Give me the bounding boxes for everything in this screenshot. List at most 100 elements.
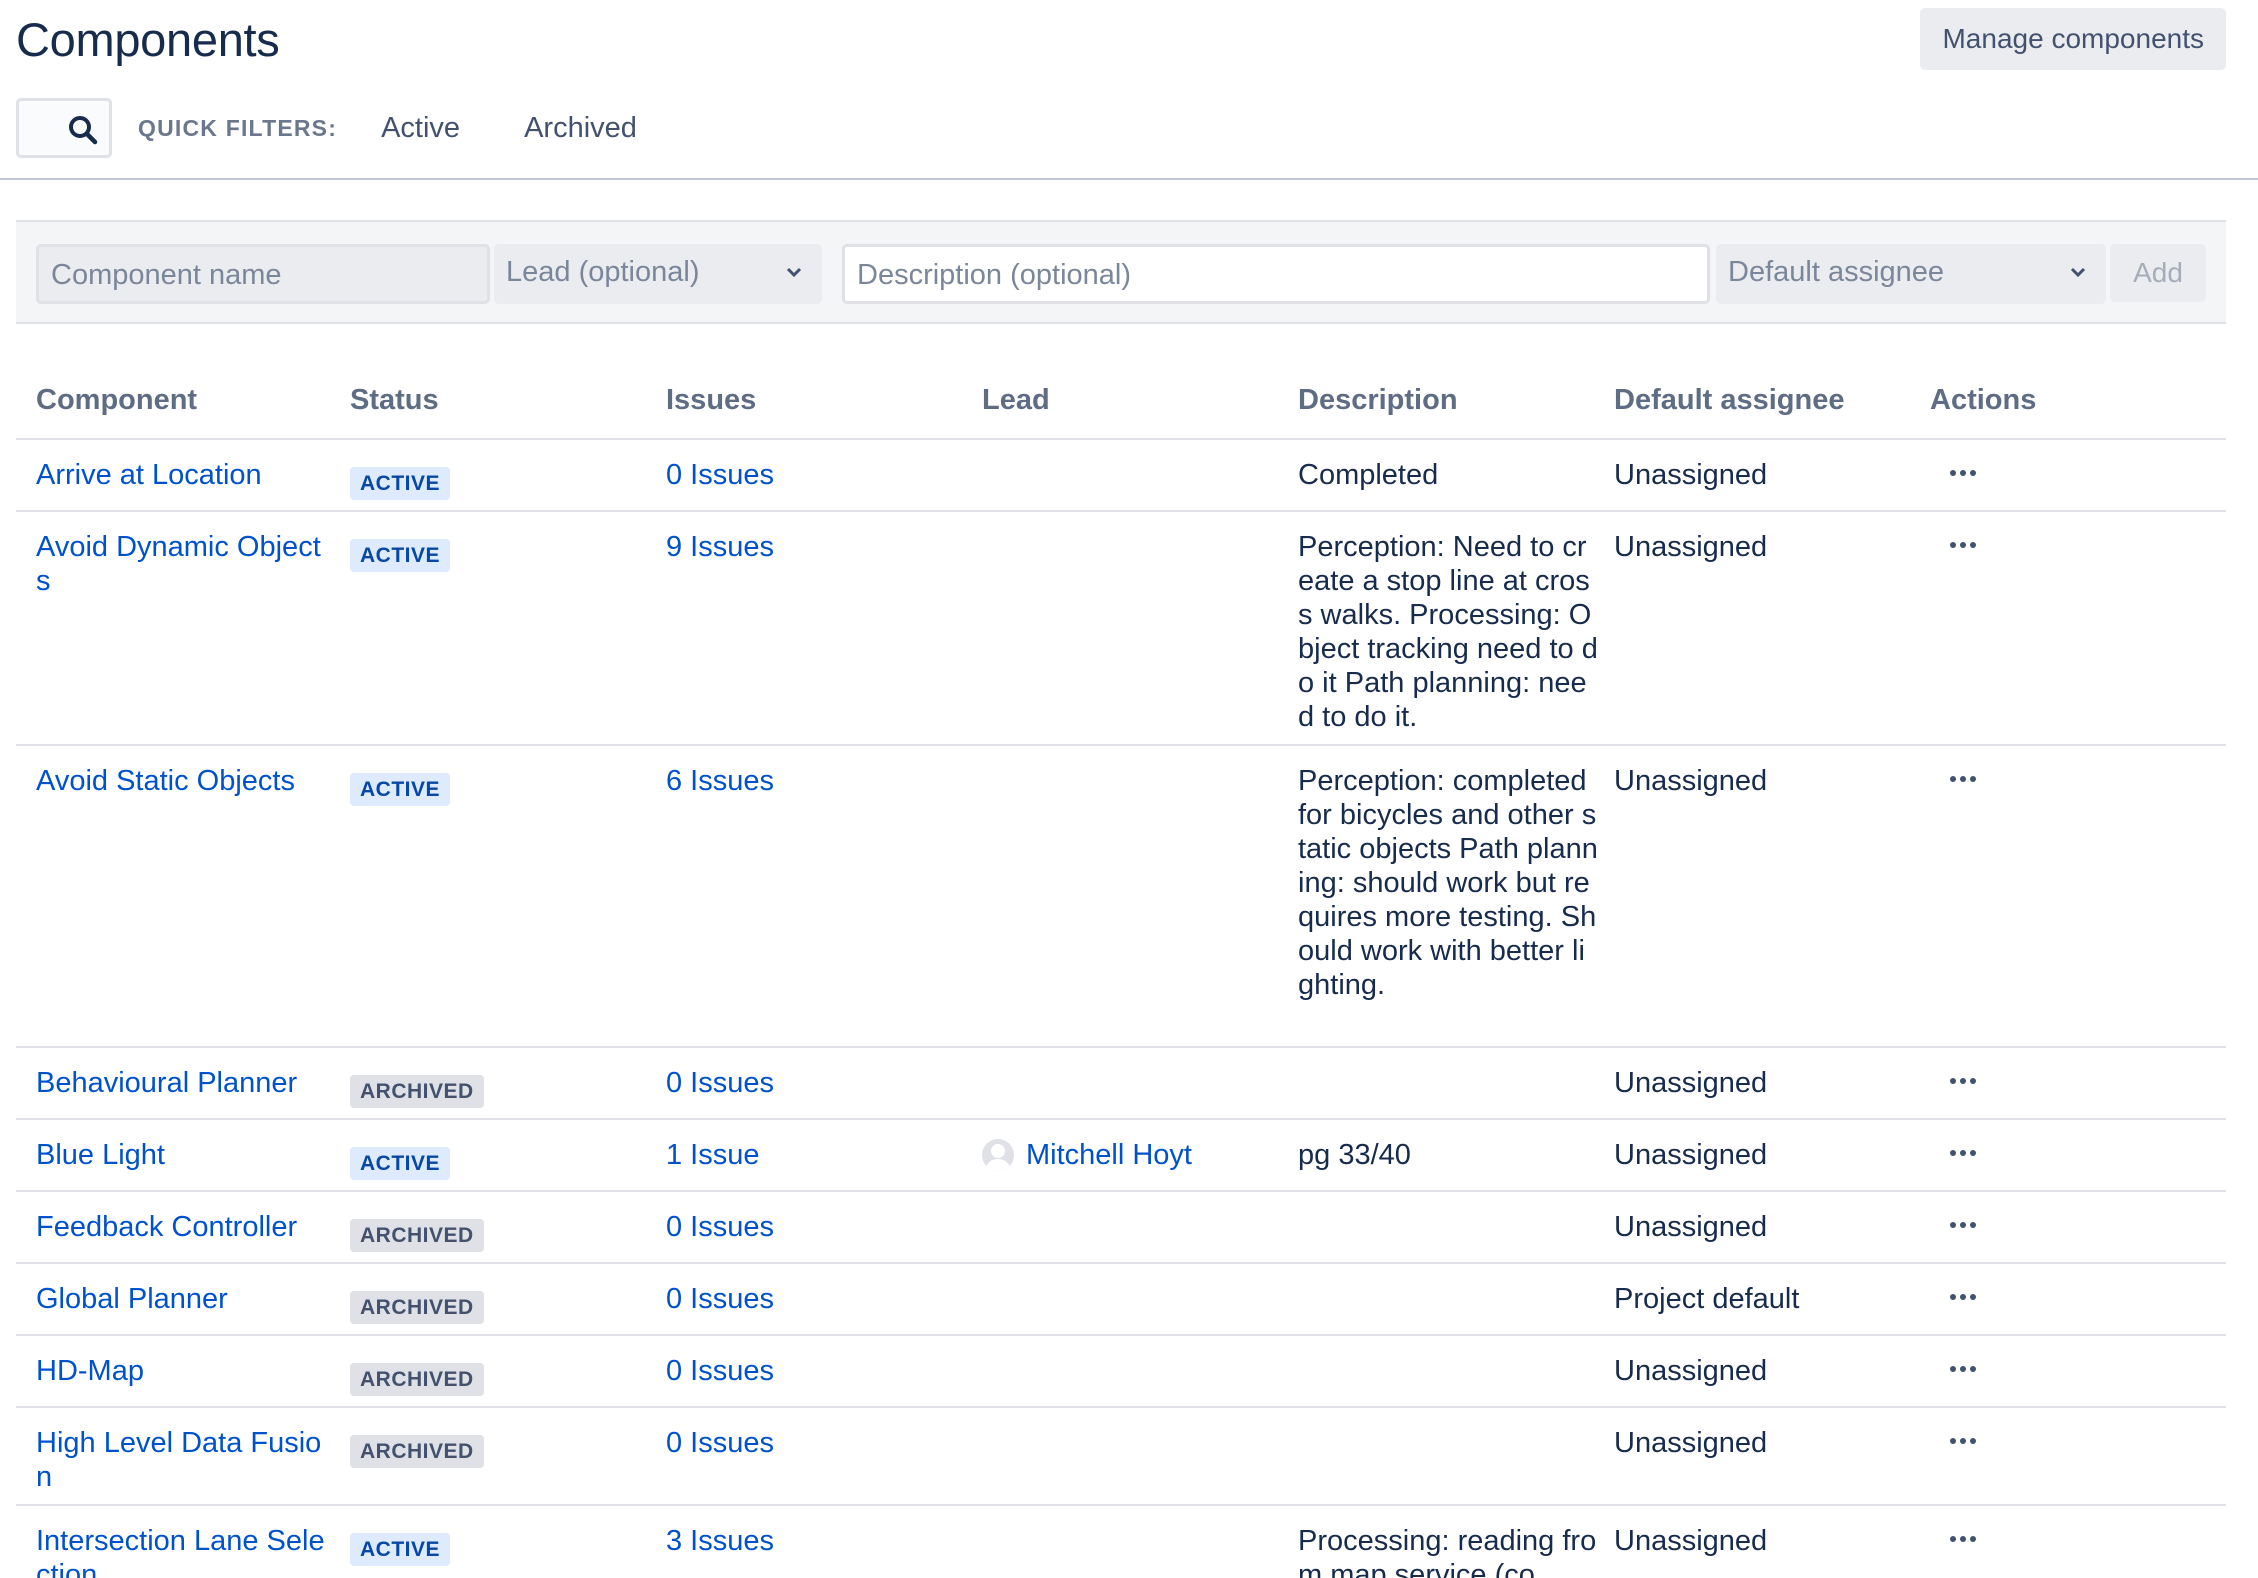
component-link[interactable]: Feedback Controller [36, 1210, 326, 1244]
divider [0, 178, 2258, 180]
issues-link[interactable]: 0 Issues [666, 458, 774, 492]
status-cell: ARCHIVED [350, 1360, 484, 1396]
lead-name[interactable]: Mitchell Hoyt [1026, 1138, 1192, 1172]
quick-filter-active[interactable]: Active [381, 112, 460, 145]
more-actions-button[interactable] [1950, 1078, 1976, 1084]
default-assignee-text: Unassigned [1614, 765, 1768, 797]
component-link[interactable]: Arrive at Location [36, 458, 326, 492]
default-assignee-text: Unassigned [1614, 1427, 1768, 1459]
default-assignee-text: Unassigned [1614, 1525, 1768, 1557]
table-row: Behavioural Planner ARCHIVED 0 Issues Unass… [16, 1048, 2226, 1120]
component-link[interactable]: Avoid Dynamic Objects [36, 530, 326, 598]
lead-select[interactable]: Lead (optional) [494, 244, 822, 304]
table-row: Avoid Static Objects ACTIVE 6 Issues Percep… [16, 746, 2226, 1048]
status-badge: ACTIVE [350, 539, 451, 572]
more-actions-button[interactable] [1950, 776, 1976, 782]
chevron-down-icon [786, 267, 802, 278]
default-assignee-text: Unassigned [1614, 1067, 1768, 1099]
description-text: pg 33/40 [1298, 1139, 1411, 1171]
component-link[interactable]: Avoid Static Objects [36, 764, 326, 798]
issues-link[interactable]: 9 Issues [666, 530, 774, 564]
issues-link[interactable]: 0 Issues [666, 1210, 774, 1244]
table-row: Feedback Controller ARCHIVED 0 Issues Unass… [16, 1192, 2226, 1264]
add-button[interactable]: Add [2110, 244, 2206, 302]
status-badge: ACTIVE [350, 1533, 451, 1566]
avatar [982, 1139, 1014, 1171]
more-actions-button[interactable] [1950, 1222, 1976, 1228]
more-actions-button[interactable] [1950, 1536, 1976, 1542]
default-assignee-text: Unassigned [1614, 1139, 1768, 1171]
status-badge: ARCHIVED [350, 1219, 484, 1252]
component-link[interactable]: HD-Map [36, 1354, 326, 1388]
ellipsis-icon [1950, 1366, 1976, 1372]
issues-link[interactable]: 0 Issues [666, 1426, 774, 1460]
issues-link[interactable]: 0 Issues [666, 1354, 774, 1388]
component-link[interactable]: Intersection Lane Selection [36, 1524, 326, 1578]
default-assignee-text: Unassigned [1614, 1211, 1768, 1243]
ellipsis-icon [1950, 1150, 1976, 1156]
manage-components-button[interactable]: Manage components [1920, 8, 2226, 70]
issues-link[interactable]: 0 Issues [666, 1282, 774, 1316]
status-cell: ACTIVE [350, 464, 451, 500]
status-cell: ACTIVE [350, 536, 451, 572]
table-header: Component Status Issues Lead Description… [16, 364, 2226, 440]
more-actions-button[interactable] [1950, 470, 1976, 476]
column-header-actions: Actions [1930, 384, 2037, 416]
more-actions-button[interactable] [1950, 1366, 1976, 1372]
ellipsis-icon [1950, 1438, 1976, 1444]
column-header-component[interactable]: Component [36, 384, 197, 417]
description-text: Perception: Need to create a stop line a… [1298, 531, 1598, 733]
status-badge: ARCHIVED [350, 1291, 484, 1324]
search-input[interactable] [16, 98, 112, 158]
column-header-status: Status [350, 384, 439, 416]
table-row: High Level Data Fusion ARCHIVED 0 Issues Un… [16, 1408, 2226, 1506]
status-cell: ACTIVE [350, 1530, 451, 1566]
status-cell: ACTIVE [350, 1144, 451, 1180]
component-name-input[interactable]: Component name [36, 244, 490, 304]
filter-bar: QUICK FILTERS: Active Archived [16, 98, 637, 158]
issues-link[interactable]: 0 Issues [666, 1066, 774, 1100]
default-assignee-label: Default assignee [1728, 256, 1945, 288]
lead-select-label: Lead (optional) [506, 256, 700, 288]
issues-link[interactable]: 6 Issues [666, 764, 774, 798]
default-assignee-select[interactable]: Default assignee [1716, 244, 2106, 304]
description-text: Completed [1298, 459, 1439, 491]
status-cell: ARCHIVED [350, 1216, 484, 1252]
issues-link[interactable]: 1 Issue [666, 1138, 760, 1172]
more-actions-button[interactable] [1950, 1294, 1976, 1300]
component-link[interactable]: Behavioural Planner [36, 1066, 326, 1100]
quick-filter-archived[interactable]: Archived [524, 112, 637, 145]
component-link[interactable]: Blue Light [36, 1138, 326, 1172]
quick-filters-label: QUICK FILTERS: [138, 114, 338, 141]
components-table: Component Status Issues Lead Description… [16, 364, 2226, 1578]
more-actions-button[interactable] [1950, 542, 1976, 548]
status-cell: ACTIVE [350, 770, 451, 806]
status-badge: ACTIVE [350, 1147, 451, 1180]
more-actions-button[interactable] [1950, 1150, 1976, 1156]
component-link[interactable]: Global Planner [36, 1282, 326, 1316]
lead-cell[interactable]: Mitchell Hoyt [982, 1138, 1192, 1172]
table-row: Arrive at Location ACTIVE 0 Issues Complete… [16, 440, 2226, 512]
status-badge: ARCHIVED [350, 1075, 484, 1108]
table-row: Intersection Lane Selection ACTIVE 3 Issue… [16, 1506, 2226, 1578]
default-assignee-text: Unassigned [1614, 1355, 1768, 1387]
ellipsis-icon [1950, 776, 1976, 782]
search-icon [69, 116, 98, 145]
status-badge: ACTIVE [350, 467, 451, 500]
column-header-issues: Issues [666, 384, 757, 416]
ellipsis-icon [1950, 470, 1976, 476]
ellipsis-icon [1950, 1222, 1976, 1228]
default-assignee-text: Unassigned [1614, 459, 1768, 491]
table-row: Avoid Dynamic Objects ACTIVE 9 Issues Perce… [16, 512, 2226, 746]
component-link[interactable]: High Level Data Fusion [36, 1426, 326, 1494]
column-header-description: Description [1298, 384, 1458, 416]
more-actions-button[interactable] [1950, 1438, 1976, 1444]
description-text: Processing: reading from map service (co [1298, 1525, 1597, 1578]
ellipsis-icon [1950, 1078, 1976, 1084]
issues-link[interactable]: 3 Issues [666, 1524, 774, 1558]
description-text: Perception: completed for bicycles and o… [1298, 765, 1598, 1001]
table-body: Arrive at Location ACTIVE 0 Issues Complete… [16, 440, 2226, 1578]
page-header: Components Manage components [16, 8, 2226, 72]
page-title: Components [16, 13, 280, 66]
description-input[interactable]: Description (optional) [842, 244, 1710, 304]
